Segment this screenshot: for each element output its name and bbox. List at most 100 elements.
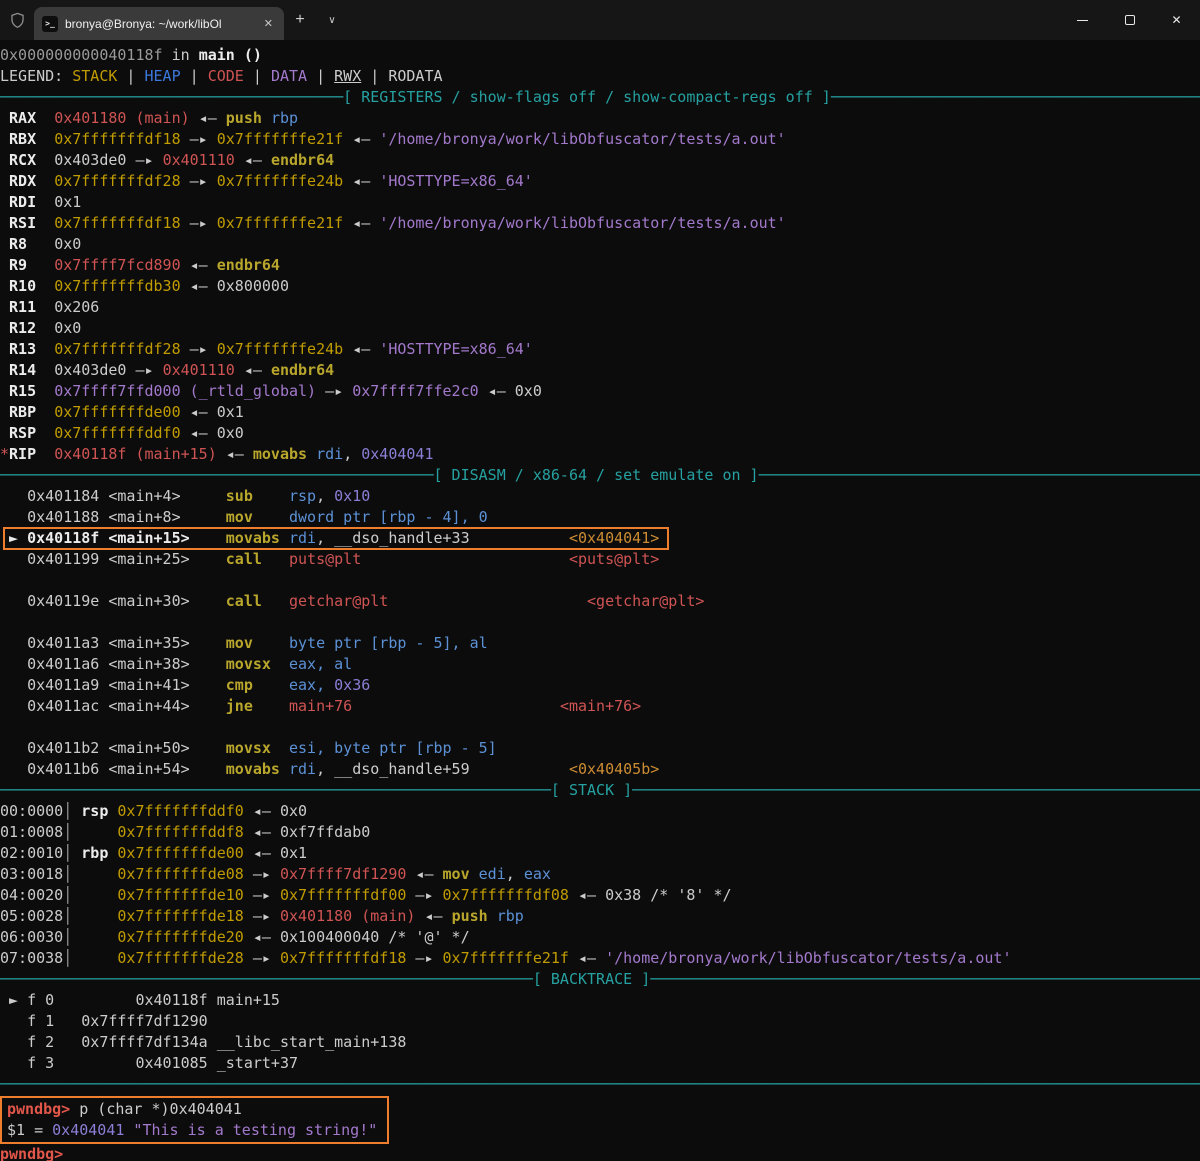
terminal-text: <main+30>	[108, 592, 190, 610]
terminal-text: ,	[505, 865, 524, 883]
terminal-text: 0x4011ac	[27, 697, 100, 715]
terminal-text: f 2	[27, 1033, 55, 1051]
disasm-line: 0x4011a3 <main+35> mov byte ptr [rbp - 5…	[0, 633, 1200, 654]
disasm-line: 0x40119e <main+30> call getchar@plt <get…	[0, 591, 1200, 612]
terminal-text: |	[243, 67, 271, 85]
close-button[interactable]: ✕	[1153, 0, 1200, 40]
disasm-line: 0x4011b6 <main+54> movabs rdi, __dso_han…	[0, 759, 1200, 780]
register-rsi: RSI 0x7fffffffdf18 —▸ 0x7fffffffe21f ◂— …	[0, 213, 1200, 234]
terminal-text: 0x7fffffffdb30	[54, 277, 181, 295]
terminal-text: —▸	[316, 382, 353, 400]
terminal-text: rbp	[81, 844, 109, 862]
command-text: p (char *)0x404041	[79, 1100, 242, 1118]
terminal-text: f 3	[27, 1054, 55, 1072]
terminal-text: —▸	[180, 340, 217, 358]
terminal-text: HEAP	[144, 67, 181, 85]
terminal-text: 0x7fffffffde08	[117, 865, 244, 883]
admin-shield-icon	[0, 11, 34, 30]
tab-dropdown-chevron-icon[interactable]: ∨	[316, 15, 348, 26]
terminal-text: ◂—	[234, 151, 271, 169]
terminal-text: 03:0018	[0, 865, 64, 883]
terminal-text: 0x7fffffffdf18	[54, 130, 181, 148]
terminal-tab[interactable]: >_ bronya@Bronya: ~/work/libOl ✕	[34, 7, 284, 40]
terminal-text: rdi	[316, 445, 344, 463]
pwndbg-prompt: pwndbg>	[7, 1100, 80, 1118]
terminal-text: —▸	[126, 361, 163, 379]
minimize-button[interactable]	[1059, 0, 1106, 40]
backtrace-separator: ────────────────────────────────────────…	[0, 969, 1200, 990]
terminal-text: 0x401110	[162, 151, 235, 169]
register-r13: R13 0x7fffffffdf28 —▸ 0x7fffffffe24b ◂— …	[0, 339, 1200, 360]
terminal-text: movabs	[225, 529, 280, 547]
new-tab-button[interactable]: +	[284, 11, 316, 29]
terminal-text: 0x4011b2	[27, 739, 100, 757]
terminal-text: 0x7fffffffe21f	[216, 130, 344, 148]
terminal-text: 0x7ffff7df1290	[81, 1012, 208, 1030]
terminal-text: 06:0030	[0, 928, 64, 946]
terminal-text: 0x7ffff7df134a	[81, 1033, 208, 1051]
terminal-text: DATA	[270, 67, 308, 85]
disasm-separator: ────────────────────────────────────────…	[0, 465, 1200, 486]
prompt-line[interactable]: pwndbg>	[0, 1144, 1200, 1161]
terminal-text: byte ptr [rbp - 5], al	[289, 634, 488, 652]
tab-close-icon[interactable]: ✕	[261, 17, 276, 30]
terminal-text: 0x403de0	[54, 361, 127, 379]
terminal-viewport[interactable]: 0x000000000040118f in main () LEGEND: STA…	[0, 40, 1200, 1161]
terminal-text: 0x7ffff7ffe2c0	[352, 382, 479, 400]
terminal-text: ►	[9, 529, 19, 547]
terminal-text: ◂—	[180, 424, 217, 442]
terminal-text: *	[0, 445, 10, 463]
terminal-text: |	[117, 67, 145, 85]
terminal-text: esi, byte ptr [rbp - 5]	[289, 739, 497, 757]
terminal-text: LEGEND:	[0, 67, 73, 85]
maximize-button[interactable]	[1106, 0, 1153, 40]
terminal-text: <main+8>	[108, 508, 181, 526]
terminal-text: ◂—	[243, 802, 280, 820]
terminal-text: push	[451, 907, 488, 925]
terminal-text: 0x7fffffffe21f	[442, 949, 569, 967]
terminal-text: —▸	[243, 865, 280, 883]
terminal-text: f 1	[27, 1012, 55, 1030]
terminal-text: R10	[9, 277, 37, 295]
terminal-text: ◂—	[415, 907, 452, 925]
terminal-text: R14	[9, 361, 37, 379]
terminal-text: 0x0	[54, 319, 82, 337]
terminal-text: ────────────────────────────────────────…	[0, 466, 434, 484]
terminal-text: eax, al	[289, 655, 353, 673]
terminal-text: 0x0	[279, 802, 308, 820]
stack-line: 07:0038│ 0x7fffffffde28 —▸ 0x7fffffffdf1…	[0, 948, 1200, 969]
terminal-text: 0x7fffffffdf00	[279, 886, 407, 904]
terminal-text: ,	[316, 529, 335, 547]
terminal-text: 0x36	[334, 676, 371, 694]
terminal-text: |	[361, 67, 389, 85]
terminal-text: —▸	[180, 214, 217, 232]
terminal-text: 0x206	[54, 298, 100, 316]
terminal-text: 0x7ffff7fcd890	[54, 256, 181, 274]
backtrace-frame: f 3 0x401085 _start+37	[0, 1053, 1200, 1074]
terminal-text: main+76	[289, 697, 353, 715]
terminal-text: 0x7fffffffde00	[54, 403, 181, 421]
terminal-text: 0x401110	[162, 361, 235, 379]
terminal-text: 'HOSTTYPE=x86_64'	[379, 172, 533, 190]
terminal-text: R9	[9, 256, 28, 274]
register-r11: R11 0x206	[0, 297, 1200, 318]
